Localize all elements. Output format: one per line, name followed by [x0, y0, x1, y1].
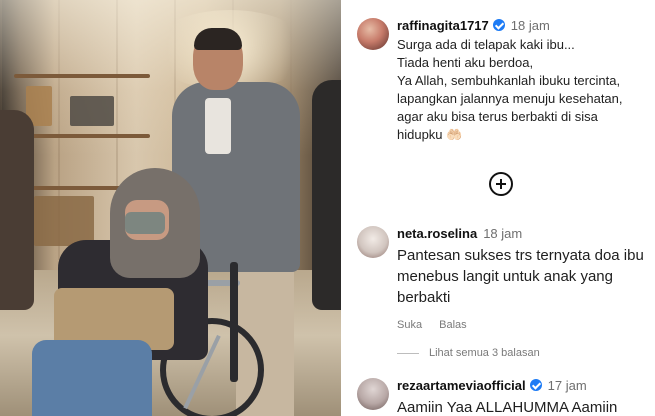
timestamp[interactable]: 17 jam — [548, 378, 587, 393]
photo-product — [34, 196, 94, 246]
comment-item: neta.roselina 18 jam Pantesan sukses trs … — [357, 226, 647, 336]
username[interactable]: neta.roselina — [397, 226, 477, 241]
photo-shelf — [20, 186, 130, 190]
view-replies-link[interactable]: Lihat semua 3 balasan — [397, 347, 540, 359]
caption-line: hidupku 🤲🏻 — [397, 127, 463, 142]
avatar[interactable] — [357, 226, 389, 258]
post-photo — [0, 0, 341, 416]
like-button[interactable]: Suka — [397, 319, 422, 331]
timestamp[interactable]: 18 jam — [511, 18, 550, 33]
photo-product — [70, 96, 114, 126]
comments-panel: raffinagita1717 18 jam Surga ada di telap… — [341, 0, 655, 416]
photo-person-left — [0, 110, 34, 310]
replies-divider — [397, 352, 419, 354]
reply-button[interactable]: Balas — [439, 319, 467, 331]
comment-item: rezaartameviaofficial 17 jam Aamiin Yaa A… — [357, 378, 647, 416]
comment-header: neta.roselina 18 jam — [397, 226, 522, 242]
username[interactable]: rezaartameviaofficial — [397, 378, 526, 393]
caption-header: raffinagita1717 18 jam — [397, 18, 550, 34]
view-replies-label[interactable]: Lihat semua 3 balasan — [429, 347, 540, 359]
comment-header: rezaartameviaofficial 17 jam — [397, 378, 587, 394]
comment-actions: Suka Balas — [397, 319, 481, 331]
photo-shelf — [14, 74, 150, 78]
caption-line: Surga ada di telapak kaki ibu... — [397, 37, 575, 52]
verified-icon — [529, 379, 542, 391]
caption-line: Ya Allah, sembuhkanlah ibuku tercinta, — [397, 73, 621, 88]
photo-person-right — [312, 80, 341, 310]
photo-shelf — [14, 134, 150, 138]
photo-woman-jeans — [32, 340, 152, 416]
photo-man-hair — [194, 28, 242, 50]
photo-man-shirt — [205, 98, 231, 154]
username[interactable]: raffinagita1717 — [397, 18, 489, 33]
verified-icon — [492, 19, 505, 31]
caption-line: lapangkan jalannya menuju kesehatan, — [397, 91, 623, 106]
comment-text: Aamiin Yaa ALLAHUMMA Aamiin — [397, 399, 618, 416]
photo-woman-mask — [125, 212, 165, 234]
caption-line: agar aku bisa terus berbakti di sisa — [397, 109, 598, 124]
timestamp[interactable]: 18 jam — [483, 226, 522, 241]
plus-circle-icon[interactable] — [489, 172, 513, 196]
avatar[interactable] — [357, 18, 389, 50]
comment-text: Pantesan sukses trs ternyata doa ibu men… — [397, 247, 644, 306]
avatar[interactable] — [357, 378, 389, 410]
caption-line: Tiada henti aku berdoa, — [397, 55, 534, 70]
post-caption: raffinagita1717 18 jam Surga ada di telap… — [357, 18, 647, 148]
caption-text: Surga ada di telapak kaki ibu... Tiada h… — [397, 36, 647, 144]
